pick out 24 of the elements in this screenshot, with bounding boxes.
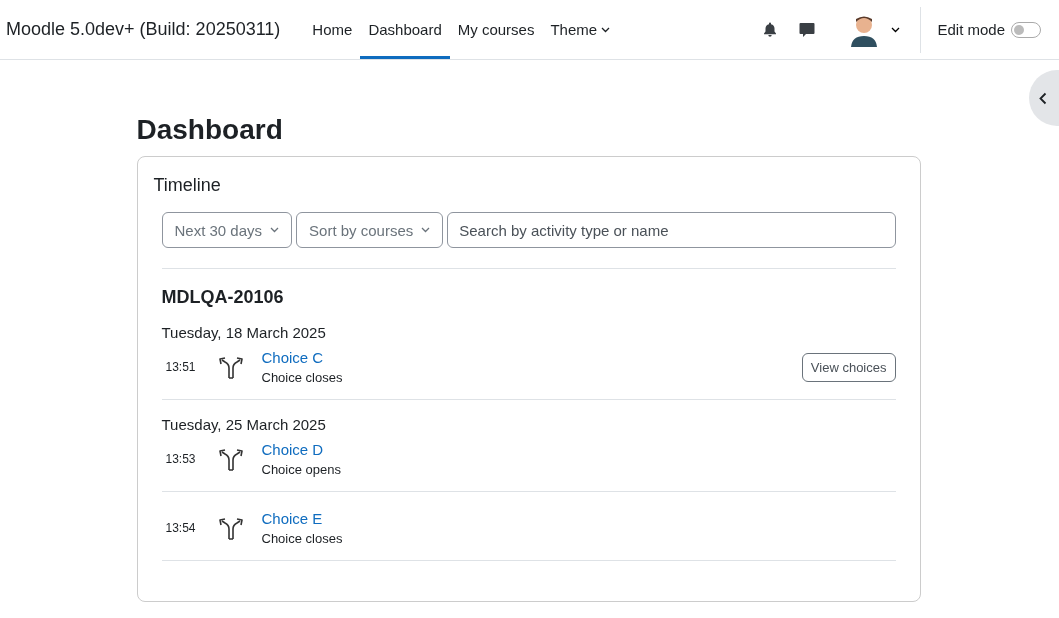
activity-link[interactable]: Choice D <box>261 441 341 458</box>
filter-dropdown[interactable]: Next 30 days <box>161 212 293 248</box>
nav-link[interactable]: Home <box>304 0 361 59</box>
filter-dropdown[interactable]: Sort by courses <box>296 212 444 248</box>
search-field[interactable]: Search by activity type or name <box>447 212 896 248</box>
date-heading: Tuesday, 18 March 2025 <box>161 324 327 341</box>
course-name: MDLQA-20106 <box>161 287 285 308</box>
event-time: 13:51 <box>164 360 197 374</box>
event-status: Choice opens <box>261 462 341 477</box>
page-title: Dashboard <box>136 114 284 146</box>
nav-link[interactable]: Theme <box>542 0 619 59</box>
activity-link[interactable]: Choice C <box>261 349 343 366</box>
event-time: 13:53 <box>164 452 197 466</box>
view-choices-button[interactable]: View choices <box>801 352 896 382</box>
card-title: Timeline <box>153 175 222 196</box>
event-time: 13:54 <box>164 521 197 535</box>
event-status: Choice closes <box>261 370 343 385</box>
activity-link[interactable]: Choice E <box>261 510 343 527</box>
edit-mode-label: Edit mode <box>937 21 1005 38</box>
date-heading: Tuesday, 25 March 2025 <box>161 416 327 433</box>
nav-link[interactable]: Dashboard <box>360 0 450 59</box>
nav-link[interactable]: My courses <box>449 0 543 59</box>
event-status: Choice closes <box>261 531 343 546</box>
site-name[interactable]: Moodle 5.0dev+ (Build: 20250311) <box>6 0 281 59</box>
